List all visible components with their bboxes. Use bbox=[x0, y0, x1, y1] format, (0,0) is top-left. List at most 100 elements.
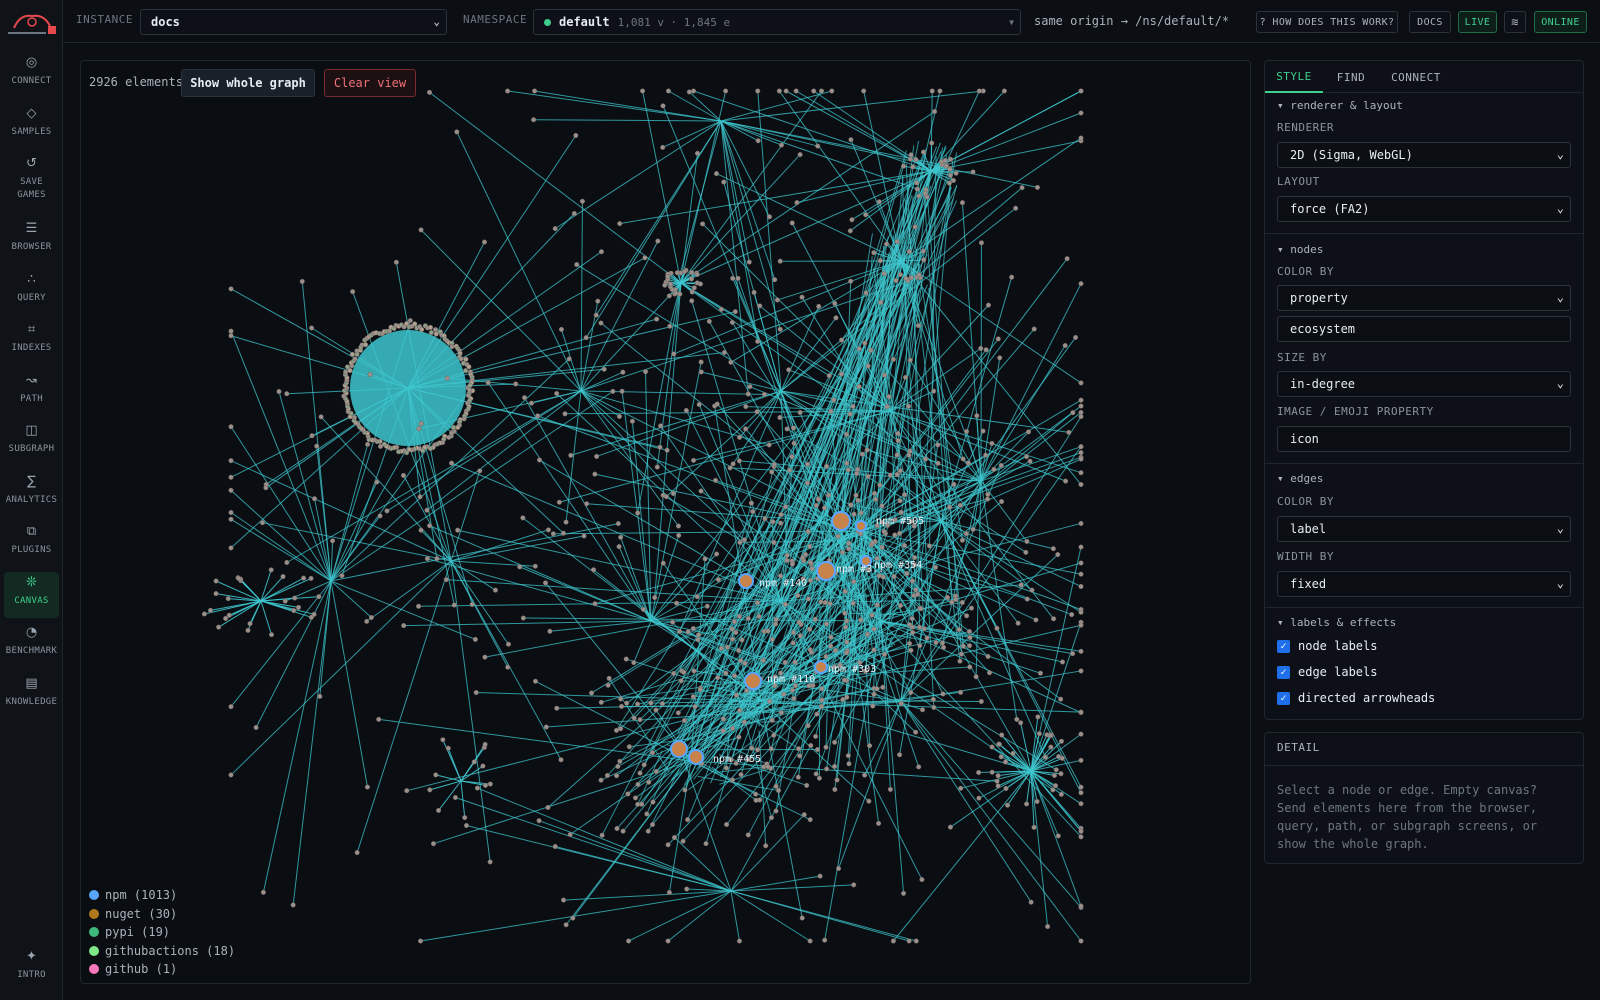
graph-node[interactable] bbox=[455, 527, 461, 533]
graph-node[interactable] bbox=[913, 729, 919, 735]
graph-node[interactable] bbox=[550, 531, 556, 537]
graph-node[interactable] bbox=[554, 390, 560, 397]
graph-node[interactable] bbox=[1078, 834, 1084, 840]
graph-node[interactable] bbox=[995, 773, 1001, 779]
graph-node[interactable] bbox=[595, 298, 601, 304]
graph-node[interactable] bbox=[822, 937, 828, 943]
graph-node[interactable] bbox=[637, 770, 643, 776]
graph-node[interactable] bbox=[715, 675, 721, 681]
graph-node[interactable] bbox=[766, 214, 773, 220]
graph-edge[interactable] bbox=[838, 700, 902, 869]
nav-item-connect[interactable]: ◎ CONNECT bbox=[4, 52, 59, 98]
graph-node[interactable] bbox=[980, 428, 986, 434]
wave-icon[interactable]: ≋ bbox=[1504, 11, 1526, 33]
graph-node[interactable] bbox=[728, 359, 734, 365]
graph-node[interactable] bbox=[813, 733, 819, 739]
graph-node[interactable] bbox=[746, 259, 752, 265]
graph-edge[interactable] bbox=[565, 390, 582, 523]
graph-edge[interactable] bbox=[667, 890, 732, 942]
graph-node[interactable] bbox=[650, 799, 656, 805]
help-button[interactable]: ? HOW DOES THIS WORK? bbox=[1256, 11, 1398, 33]
graph-node[interactable] bbox=[923, 456, 929, 462]
graph-node[interactable] bbox=[907, 357, 913, 363]
graph-node[interactable] bbox=[989, 440, 995, 446]
graph-node[interactable] bbox=[377, 443, 384, 449]
graph-node[interactable] bbox=[676, 532, 682, 538]
graph-node[interactable] bbox=[377, 513, 383, 519]
graph-node[interactable] bbox=[216, 624, 222, 630]
graph-canvas[interactable]: npm #505 npm #354 npm #140 npm #3.. npm #303… bbox=[80, 60, 1251, 984]
graph-node[interactable] bbox=[976, 795, 982, 801]
package-node-icon[interactable] bbox=[744, 672, 762, 690]
graph-node[interactable] bbox=[570, 915, 576, 921]
graph-node[interactable] bbox=[1078, 88, 1084, 94]
graph-node[interactable] bbox=[956, 627, 962, 633]
graph-edge[interactable] bbox=[450, 560, 509, 668]
graph-node[interactable] bbox=[1047, 733, 1053, 739]
graph-node[interactable] bbox=[851, 511, 857, 517]
graph-node[interactable] bbox=[727, 465, 733, 471]
graph-node[interactable] bbox=[662, 282, 668, 288]
graph-node[interactable] bbox=[777, 326, 783, 332]
graph-node[interactable] bbox=[723, 88, 729, 94]
graph-node[interactable] bbox=[276, 388, 282, 395]
graph-node[interactable] bbox=[635, 701, 641, 707]
graph-edge[interactable] bbox=[429, 780, 462, 791]
graph-node[interactable] bbox=[737, 434, 743, 440]
graph-node[interactable] bbox=[932, 564, 939, 570]
graph-edge[interactable] bbox=[900, 580, 913, 702]
graph-node[interactable] bbox=[1031, 824, 1037, 830]
graph-node[interactable] bbox=[994, 778, 1000, 784]
graph-node[interactable] bbox=[813, 502, 819, 509]
graph-node[interactable] bbox=[844, 639, 850, 645]
graph-node[interactable] bbox=[812, 616, 818, 622]
nav-item-samples[interactable]: ◇ SAMPLES bbox=[4, 103, 59, 149]
graph-node[interactable] bbox=[344, 364, 351, 370]
graph-node[interactable] bbox=[695, 632, 702, 638]
section-edges[interactable]: ▾ edges bbox=[1277, 472, 1323, 485]
graph-node[interactable] bbox=[1058, 771, 1064, 777]
graph-node[interactable] bbox=[723, 670, 729, 676]
graph-node[interactable] bbox=[339, 573, 345, 579]
graph-node[interactable] bbox=[282, 598, 288, 604]
graph-node[interactable] bbox=[352, 356, 358, 362]
graph-node[interactable] bbox=[1051, 772, 1057, 779]
graph-node[interactable] bbox=[690, 626, 696, 632]
graph-node[interactable] bbox=[737, 707, 743, 714]
graph-node[interactable] bbox=[1062, 342, 1068, 349]
graph-node[interactable] bbox=[364, 618, 370, 624]
graph-node[interactable] bbox=[665, 842, 671, 848]
graph-node[interactable] bbox=[487, 859, 493, 865]
graph-node[interactable] bbox=[897, 498, 903, 504]
package-node-icon[interactable] bbox=[738, 573, 754, 589]
graph-node[interactable] bbox=[863, 212, 869, 218]
graph-node[interactable] bbox=[724, 644, 731, 650]
graph-node[interactable] bbox=[418, 527, 424, 533]
graph-node[interactable] bbox=[660, 144, 666, 150]
graph-node[interactable] bbox=[724, 821, 730, 828]
graph-node[interactable] bbox=[683, 407, 689, 413]
nav-item-plugins[interactable]: ⧉ PLUGINS bbox=[4, 521, 59, 567]
graph-node[interactable] bbox=[713, 171, 720, 177]
graph-node[interactable] bbox=[1078, 571, 1084, 577]
graph-node[interactable] bbox=[614, 825, 620, 832]
graph-node[interactable] bbox=[1037, 670, 1043, 676]
graph-node[interactable] bbox=[778, 142, 785, 148]
graph-node[interactable] bbox=[631, 660, 637, 666]
graph-node[interactable] bbox=[1078, 281, 1084, 287]
legend-item[interactable]: pypi (19) bbox=[89, 923, 235, 942]
graph-node[interactable] bbox=[976, 769, 982, 776]
graph-node[interactable] bbox=[463, 368, 469, 374]
tab-find[interactable]: FIND bbox=[1323, 61, 1379, 93]
graph-node[interactable] bbox=[1058, 791, 1064, 797]
color-property-input[interactable]: ecosystem bbox=[1277, 316, 1571, 342]
graph-node[interactable] bbox=[864, 631, 870, 637]
graph-node[interactable] bbox=[517, 564, 523, 570]
graph-node[interactable] bbox=[790, 640, 796, 646]
graph-edge[interactable] bbox=[980, 480, 1018, 720]
graph-node[interactable] bbox=[792, 659, 798, 665]
graph-node[interactable] bbox=[782, 659, 788, 665]
graph-node[interactable] bbox=[978, 698, 984, 705]
graph-node[interactable] bbox=[426, 89, 433, 95]
nav-item-path[interactable]: ↝ PATH bbox=[4, 370, 59, 416]
